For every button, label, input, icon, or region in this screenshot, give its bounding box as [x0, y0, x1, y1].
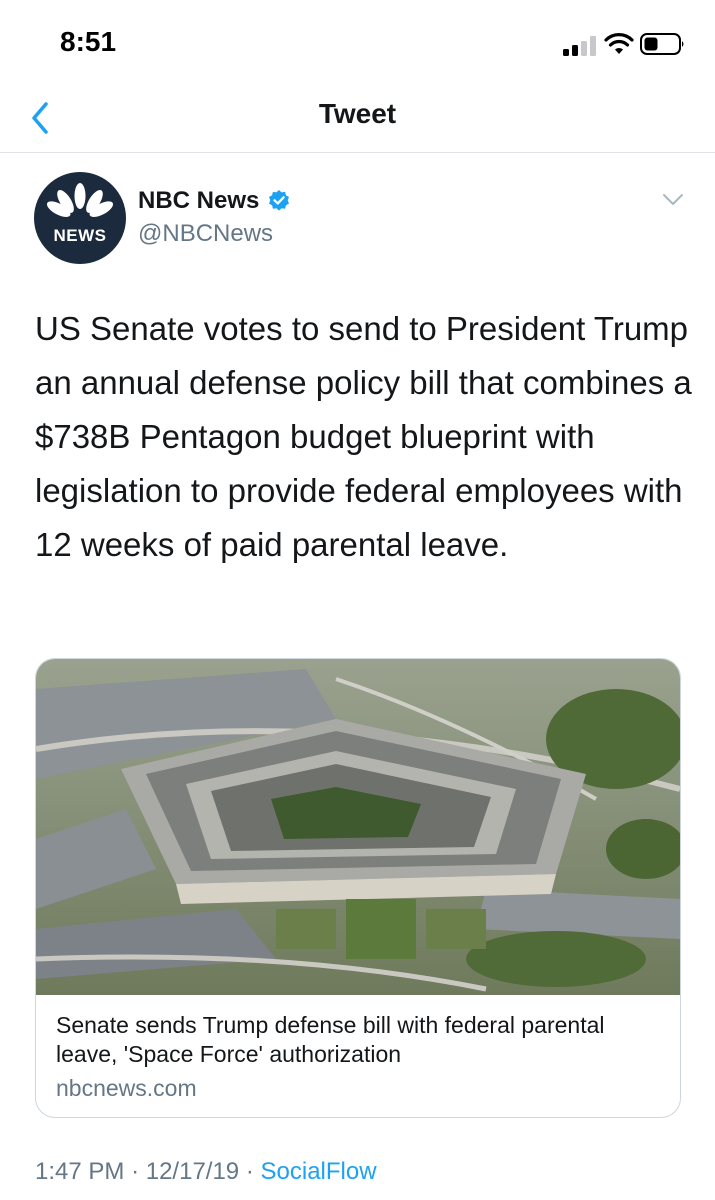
tweet-time: 1:47 PM	[35, 1158, 125, 1185]
author-info[interactable]: NBC News @NBCNews	[138, 186, 291, 248]
status-bar: 8:51	[0, 0, 715, 86]
card-image[interactable]	[36, 659, 680, 995]
meta-separator: ·	[245, 1158, 254, 1185]
tweet-source-link[interactable]: SocialFlow	[261, 1158, 377, 1185]
avatar[interactable]: NEWS	[34, 172, 126, 264]
caret-down-icon[interactable]	[661, 192, 685, 208]
avatar-news-label: NEWS	[53, 226, 107, 245]
wifi-icon	[604, 33, 634, 54]
nav-bar: Tweet	[0, 86, 715, 153]
author-name[interactable]: NBC News	[138, 187, 259, 215]
meta-separator: ·	[131, 1158, 140, 1185]
author-handle[interactable]: @NBCNews	[138, 220, 291, 248]
signal-icon	[563, 36, 597, 56]
status-time: 8:51	[60, 26, 117, 57]
tweet-date: 12/17/19	[145, 1158, 240, 1185]
card-headline[interactable]: Senate sends Trump defense bill with fed…	[56, 1011, 656, 1069]
card-domain: nbcnews.com	[56, 1075, 197, 1101]
tweet-text: US Senate votes to send to President Tru…	[35, 310, 692, 563]
nbc-peacock-icon	[46, 183, 114, 217]
tweet-meta: 1:47 PM · 12/17/19 · SocialFlow	[35, 1158, 377, 1186]
battery-icon	[640, 33, 684, 55]
verified-badge-icon	[269, 190, 290, 211]
page-title: Tweet	[318, 98, 397, 129]
link-card[interactable]: Senate sends Trump defense bill with fed…	[35, 658, 681, 1118]
